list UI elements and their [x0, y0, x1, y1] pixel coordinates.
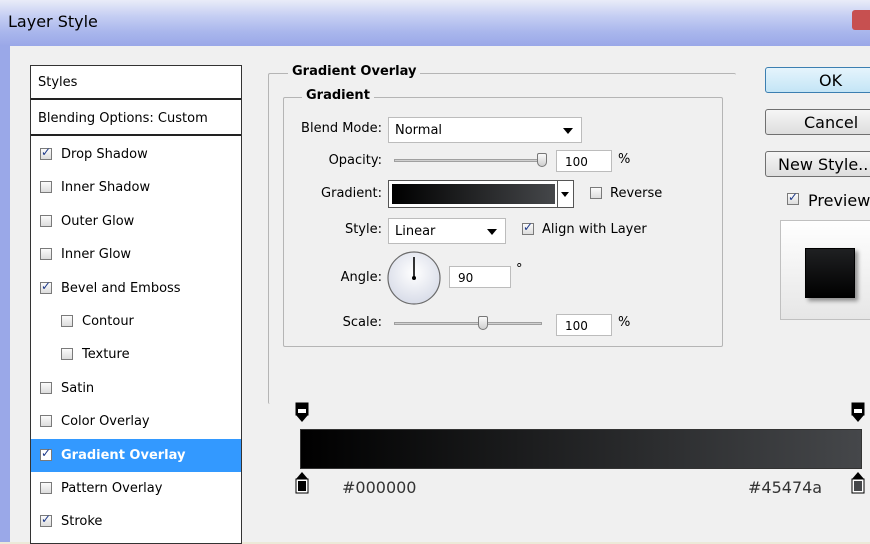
blend-mode-label: Blend Mode: [301, 121, 382, 136]
opacity-slider-thumb[interactable] [537, 153, 547, 167]
style-label: Style: [344, 222, 382, 237]
scale-label: Scale: [342, 315, 382, 330]
preview-label: Preview [808, 191, 870, 210]
ok-button-label: OK [819, 71, 843, 90]
new-style-button-label: New Style... [778, 155, 870, 174]
start-color-hex: #000000 [342, 478, 417, 497]
style-item-checkbox[interactable] [40, 279, 52, 294]
scale-slider[interactable] [394, 322, 542, 325]
reverse-label: Reverse [610, 186, 663, 201]
cancel-button-label: Cancel [804, 113, 859, 132]
preview-checkbox[interactable] [787, 190, 799, 205]
chevron-down-icon [561, 192, 569, 197]
style-item-pattern-overlay[interactable]: Pattern Overlay [31, 472, 241, 505]
gradient-dropdown-button[interactable] [557, 181, 573, 207]
style-item-drop-shadow[interactable]: Drop Shadow [31, 138, 241, 171]
angle-input[interactable]: 90 [449, 266, 511, 288]
opacity-unit: % [618, 152, 631, 167]
opacity-slider[interactable] [394, 159, 546, 162]
close-button[interactable] [852, 10, 870, 30]
angle-dial[interactable] [386, 250, 442, 306]
blend-mode-select[interactable]: Normal [388, 117, 582, 143]
style-item-checkbox[interactable] [40, 415, 52, 428]
style-item-checkbox[interactable] [40, 145, 52, 160]
gradient-editor-bar[interactable] [300, 429, 862, 469]
style-item-label: Inner Shadow [61, 180, 151, 196]
style-item-checkbox[interactable] [40, 381, 52, 394]
reverse-checkbox[interactable] [590, 187, 602, 199]
style-item-label: Outer Glow [61, 213, 135, 229]
align-with-layer-label: Align with Layer [542, 222, 647, 237]
ok-button[interactable]: OK [765, 67, 870, 93]
preview-swatch [805, 248, 855, 298]
chevron-down-icon [487, 229, 497, 235]
color-stop-left[interactable] [295, 471, 309, 495]
gradient-label: Gradient: [321, 186, 382, 201]
subsection-title: Gradient [302, 88, 374, 103]
gradient-picker[interactable] [388, 180, 574, 208]
new-style-button[interactable]: New Style... [765, 151, 870, 177]
style-item-satin[interactable]: Satin [31, 372, 241, 405]
chevron-down-icon [563, 128, 573, 134]
blend-mode-value: Normal [395, 123, 443, 138]
style-item-label: Pattern Overlay [61, 481, 163, 496]
style-item-bevel-and-emboss[interactable]: Bevel and Emboss [31, 272, 241, 305]
style-item-label: Inner Glow [61, 247, 132, 263]
style-item-label: Contour [82, 314, 134, 329]
styles-panel: Styles Blending Options: Custom Drop Sha… [30, 65, 242, 544]
style-item-checkbox[interactable] [40, 482, 52, 494]
scale-input[interactable]: 100 [556, 314, 612, 336]
style-item-label: Color Overlay [61, 414, 150, 430]
style-item-label: Bevel and Emboss [61, 280, 181, 296]
blending-options-item[interactable]: Blending Options: Custom [31, 102, 241, 136]
blending-options-label: Blending Options: Custom [38, 111, 208, 126]
title-bar[interactable]: Layer Style [0, 0, 870, 46]
styles-header-label: Styles [38, 75, 78, 90]
style-item-texture[interactable]: Texture [31, 338, 241, 371]
style-item-color-overlay[interactable]: Color Overlay [31, 405, 241, 438]
style-item-contour[interactable]: Contour [31, 305, 241, 338]
style-item-checkbox[interactable] [61, 348, 73, 361]
style-item-inner-shadow[interactable]: Inner Shadow [31, 171, 241, 204]
opacity-value: 100 [565, 155, 588, 169]
end-color-hex: #45474a [748, 478, 823, 497]
style-item-inner-glow[interactable]: Inner Glow [31, 238, 241, 271]
style-select[interactable]: Linear [388, 218, 506, 244]
style-item-label: Stroke [61, 514, 103, 530]
window-title: Layer Style [8, 12, 98, 31]
style-item-label: Drop Shadow [61, 147, 148, 162]
style-item-checkbox[interactable] [61, 315, 73, 327]
opacity-input[interactable]: 100 [556, 150, 612, 172]
color-stop-right[interactable] [851, 471, 865, 495]
gradient-swatch[interactable] [392, 184, 555, 204]
angle-label: Angle: [340, 270, 382, 285]
style-item-gradient-overlay[interactable]: Gradient Overlay [31, 438, 241, 472]
section-title: Gradient Overlay [288, 64, 421, 79]
scale-unit: % [618, 315, 631, 330]
style-item-checkbox[interactable] [40, 248, 52, 261]
cancel-button[interactable]: Cancel [765, 109, 870, 135]
styles-header[interactable]: Styles [31, 66, 241, 100]
opacity-stop-right[interactable] [851, 402, 865, 424]
style-item-label: Texture [82, 347, 130, 363]
align-with-layer-checkbox[interactable] [522, 220, 534, 235]
style-item-checkbox[interactable] [40, 181, 52, 194]
angle-unit: ° [516, 262, 523, 277]
opacity-label: Opacity: [328, 153, 382, 168]
opacity-stop-left[interactable] [295, 402, 309, 424]
style-item-stroke[interactable]: Stroke [31, 505, 241, 538]
style-item-label: Gradient Overlay [61, 447, 186, 463]
style-item-checkbox[interactable] [40, 446, 52, 461]
style-item-checkbox[interactable] [40, 512, 52, 528]
angle-value: 90 [458, 271, 474, 285]
preview-thumbnail [780, 220, 870, 320]
scale-slider-thumb[interactable] [477, 316, 488, 330]
style-item-outer-glow[interactable]: Outer Glow [31, 205, 241, 238]
scale-value: 100 [565, 319, 588, 333]
style-item-checkbox[interactable] [40, 214, 52, 227]
style-value: Linear [395, 224, 436, 239]
style-item-label: Satin [61, 380, 95, 396]
